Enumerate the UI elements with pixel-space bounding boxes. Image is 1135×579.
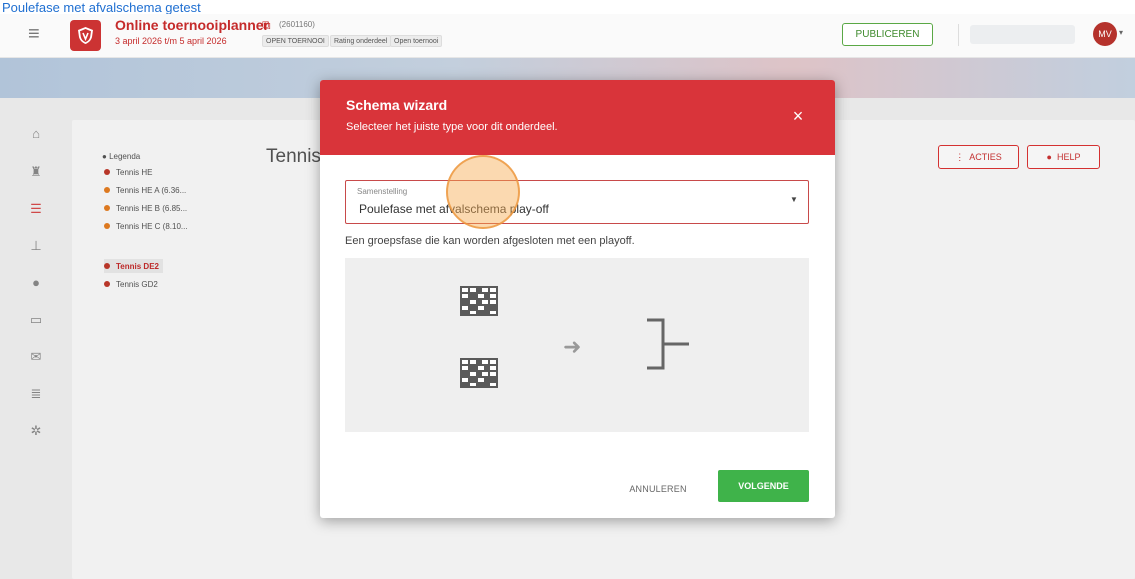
arrow-right-icon: ➜ xyxy=(563,334,582,359)
bracket-icon xyxy=(647,318,689,370)
shield-icon xyxy=(78,27,93,44)
tag-open-toernooi: OPEN TOERNOOI xyxy=(262,35,329,47)
publish-button[interactable]: PUBLICEREN xyxy=(842,23,933,46)
external-link-icon[interactable]: ⧉ xyxy=(262,18,271,33)
chevron-down-icon[interactable]: ▾ xyxy=(1119,28,1123,37)
divider xyxy=(958,24,959,46)
dialog-title: Schema wizard xyxy=(346,97,448,113)
schema-description: Een groepsfase die kan worden afgesloten… xyxy=(345,235,635,247)
top-bar: ≡ Online toernooiplanner ⧉ (2601160) 3 a… xyxy=(0,14,1135,58)
hamburger-menu-icon[interactable]: ≡ xyxy=(28,24,46,44)
app-logo xyxy=(70,20,101,51)
app-title[interactable]: Online toernooiplanner xyxy=(115,17,269,33)
tournament-dates: 3 april 2026 t/m 5 april 2026 xyxy=(115,36,227,46)
avatar[interactable]: MV xyxy=(1093,22,1117,46)
tournament-id: (2601160) xyxy=(279,20,315,29)
close-icon[interactable]: × xyxy=(786,104,810,128)
dialog-subtitle: Selecteer het juiste type voor dit onder… xyxy=(346,121,558,133)
cancel-button[interactable]: ANNULEREN xyxy=(618,478,698,500)
select-label: Samenstelling xyxy=(357,187,408,196)
click-highlight xyxy=(446,155,520,229)
schema-preview: ➜ xyxy=(345,258,809,432)
user-name-blurred xyxy=(970,25,1075,44)
samenstelling-select[interactable]: Samenstelling Poulefase met afvalschema … xyxy=(345,180,809,224)
tag-open-toernooi-type: Open toernooi xyxy=(390,35,443,47)
dialog-header: Schema wizard Selecteer het juiste type … xyxy=(320,80,835,155)
next-button[interactable]: VOLGENDE xyxy=(718,470,809,502)
caret-down-icon[interactable]: ▼ xyxy=(790,195,798,204)
schema-wizard-dialog: Schema wizard Selecteer het juiste type … xyxy=(320,80,835,518)
pool-grid-icon xyxy=(460,358,498,388)
pool-grid-icon xyxy=(460,286,498,316)
tag-rating-onderdeel: Rating onderdeel xyxy=(330,35,392,47)
